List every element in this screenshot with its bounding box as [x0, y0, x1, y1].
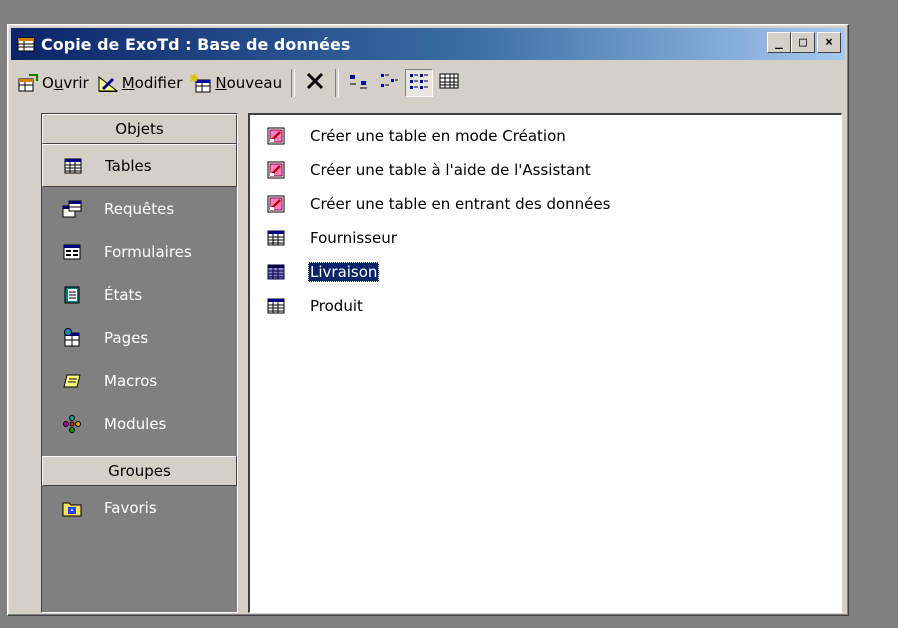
new-button[interactable]: Nouveau: [186, 67, 286, 99]
new-label-suffix: ouveau: [226, 74, 283, 92]
open-button[interactable]: Ou vrir: [13, 67, 93, 99]
sidebar-item-modules[interactable]: Modules: [42, 402, 237, 445]
list-view-icon: [408, 72, 430, 94]
list-item-create-design[interactable]: Créer une table en mode Création: [250, 119, 841, 153]
maximize-button[interactable]: □: [791, 32, 815, 53]
sidebar-item-pages[interactable]: Pages: [42, 316, 237, 359]
list-item-label: Créer une table en entrant des données: [310, 195, 611, 213]
create-shortcut-icon: [266, 126, 286, 146]
new-icon: [190, 72, 212, 94]
toolbar: Ou vrir Modifier Nouveau: [13, 63, 843, 103]
new-label-accel: N: [215, 74, 227, 92]
query-icon: [62, 199, 82, 219]
groups-header-label: Groupes: [108, 462, 171, 480]
list-item-label: Créer une table en mode Création: [310, 127, 566, 145]
sidebar-item-label: Formulaires: [104, 242, 192, 261]
list-item-table-livraison[interactable]: Livraison: [250, 255, 841, 289]
open-label-prefix: O: [42, 74, 54, 92]
open-label-suffix: vrir: [63, 74, 89, 92]
list-item-label: Fournisseur: [310, 229, 397, 247]
open-icon: [17, 72, 39, 94]
list-item-label: Livraison: [308, 262, 380, 282]
macro-icon: [62, 371, 82, 391]
table-icon: [266, 296, 286, 316]
form-icon: [62, 242, 82, 262]
close-icon: ×: [825, 35, 833, 50]
create-shortcut-icon: [266, 160, 286, 180]
details-view-button[interactable]: [435, 69, 463, 97]
modify-button[interactable]: Modifier: [93, 67, 187, 99]
sidebar-item-label: États: [104, 285, 143, 304]
small-icons-view-icon: [378, 72, 400, 94]
table-icon: [266, 262, 286, 282]
sidebar-item-favorites[interactable]: Favoris: [42, 486, 237, 529]
sidebar-item-label: Tables: [105, 156, 152, 175]
create-shortcut-icon: [266, 194, 286, 214]
delete-button[interactable]: [301, 69, 329, 97]
database-icon: [17, 34, 37, 54]
sidebar-item-label: Pages: [104, 328, 149, 347]
maximize-icon: □: [799, 35, 807, 50]
large-icons-view-icon: [348, 72, 370, 94]
title-bar[interactable]: Copie de ExoTd : Base de données _ □ ×: [11, 28, 845, 60]
modify-label-accel: M: [121, 74, 135, 92]
sidebar-item-label: Macros: [104, 371, 158, 390]
table-icon: [266, 228, 286, 248]
sidebar-item-macros[interactable]: Macros: [42, 359, 237, 402]
sidebar-item-label: Requêtes: [104, 199, 175, 218]
list-view-button[interactable]: [405, 69, 434, 97]
minimize-button[interactable]: _: [767, 32, 791, 53]
sidebar-item-tables[interactable]: Tables: [42, 144, 237, 187]
database-window: Copie de ExoTd : Base de données _ □ × O…: [7, 24, 849, 616]
large-icons-button[interactable]: [345, 69, 373, 97]
sidebar-item-queries[interactable]: Requêtes: [42, 187, 237, 230]
table-icon: [63, 156, 83, 176]
module-icon: [62, 414, 82, 434]
open-label-accel: u: [53, 74, 64, 92]
list-item-table-produit[interactable]: Produit: [250, 289, 841, 323]
details-view-icon: [438, 72, 460, 94]
toolbar-separator: [335, 69, 340, 97]
delete-icon: [305, 71, 325, 95]
report-icon: [62, 285, 82, 305]
design-icon: [97, 72, 119, 94]
toolbar-separator: [291, 69, 296, 97]
page-icon: [62, 327, 82, 348]
object-bar: Objets Tables Requêtes Formulaires États: [41, 113, 238, 613]
favorites-icon: [62, 498, 82, 518]
list-item-label: Créer une table à l'aide de l'Assistant: [310, 161, 591, 179]
sidebar-item-label: Favoris: [104, 498, 157, 517]
minimize-icon: _: [775, 35, 783, 50]
list-item-label: Produit: [310, 297, 363, 315]
list-item-table-fournisseur[interactable]: Fournisseur: [250, 221, 841, 255]
objects-header[interactable]: Objets: [42, 114, 237, 144]
modify-label-suffix: odifier: [134, 74, 183, 92]
window-title: Copie de ExoTd : Base de données: [41, 34, 351, 54]
list-item-create-data-entry[interactable]: Créer une table en entrant des données: [250, 187, 841, 221]
close-button[interactable]: ×: [817, 32, 841, 53]
sidebar-item-label: Modules: [104, 414, 167, 433]
sidebar-item-reports[interactable]: États: [42, 273, 237, 316]
sidebar-item-forms[interactable]: Formulaires: [42, 230, 237, 273]
groups-header[interactable]: Groupes: [42, 456, 237, 486]
small-icons-button[interactable]: [375, 69, 403, 97]
objects-header-label: Objets: [115, 120, 164, 138]
object-list: Créer une table en mode Création Créer u…: [248, 113, 842, 613]
list-item-create-wizard[interactable]: Créer une table à l'aide de l'Assistant: [250, 153, 841, 187]
